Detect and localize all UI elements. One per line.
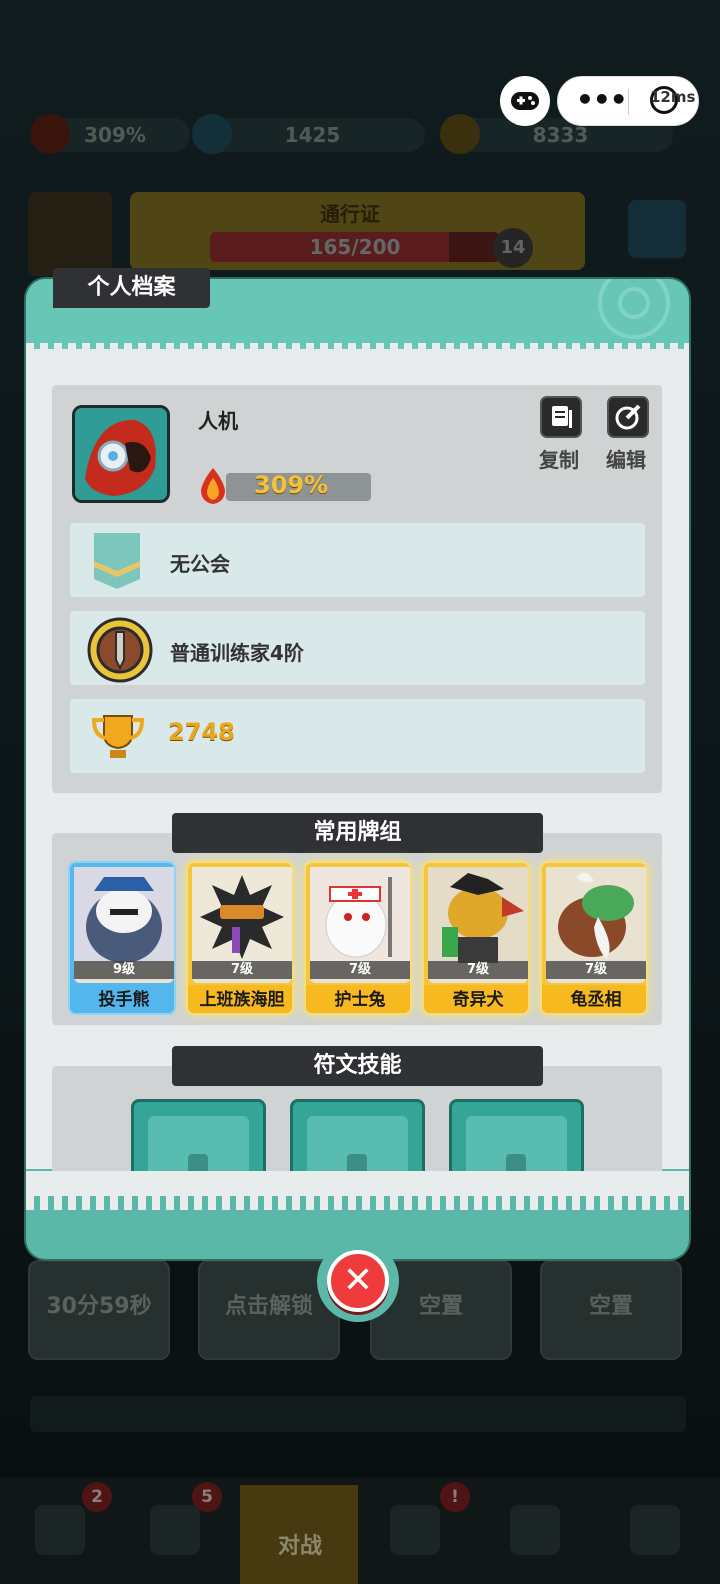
trophy-row[interactable] [70,699,645,773]
close-button[interactable]: ✕ [327,1250,389,1312]
guild-row[interactable] [70,523,645,597]
card-name: 护士兔 [306,985,410,1013]
rune-slot-3[interactable] [449,1099,584,1179]
player-avatar [72,405,170,503]
edit-pencil-icon [615,404,641,430]
rune-slot-1[interactable] [131,1099,266,1179]
card-name: 上班族海胆 [188,985,292,1013]
dog-character-icon [428,867,528,963]
card-level: 7级 [546,961,646,979]
capsule-divider [628,89,629,115]
modal-title: 个人档案 [53,268,210,308]
trophy-count: 2748 [168,718,235,746]
trainer-rank-row[interactable] [70,611,645,685]
card-nurse-rabbit[interactable]: 7级 护士兔 [304,861,412,1015]
trainer-rank-emblem-icon [87,617,153,683]
rune-slot-inner [148,1116,249,1176]
urchin-character-icon [192,867,292,963]
edit-label[interactable]: 编辑 [606,444,646,473]
rank-flame-icon [201,468,225,504]
panel-bottom-edge [26,1196,689,1210]
card-turtle-minister[interactable]: 7级 龟丞相 [540,861,648,1015]
avatar-portrait-icon [75,408,167,500]
copy-icon [552,406,572,428]
turtle-character-icon [546,867,646,963]
more-menu-icon[interactable]: ••• [576,77,628,123]
gamepad-icon [511,92,539,110]
card-office-urchin[interactable]: 7级 上班族海胆 [186,861,294,1015]
trainer-rank: 普通训练家4阶 [170,641,304,665]
edit-button[interactable] [607,396,649,438]
rune-slot-2[interactable] [290,1099,425,1179]
rabbit-character-icon [310,867,410,963]
card-name: 投手熊 [70,985,174,1013]
card-level: 7级 [310,961,410,979]
rune-title: 符文技能 [172,1046,543,1086]
copy-label[interactable]: 复制 [539,444,579,473]
card-level: 9级 [74,961,174,979]
guild-banner-icon [94,533,140,589]
rune-slot-inner [466,1116,567,1176]
deck-title: 常用牌组 [172,813,543,853]
card-strange-dog[interactable]: 7级 奇异犬 [422,861,530,1015]
bear-character-icon [74,867,174,963]
game-center-button[interactable] [500,76,550,126]
player-name: 人机 [198,409,238,433]
guild-name: 无公会 [170,552,230,576]
trophy-icon [91,715,145,758]
rank-percent: 309% [254,471,329,499]
rune-slot-inner [307,1116,408,1176]
card-name: 龟丞相 [542,985,646,1013]
card-pitcher-bear[interactable]: 9级 投手熊 [68,861,176,1015]
card-level: 7级 [192,961,292,979]
copy-button[interactable] [540,396,582,438]
latency-readout: 12ms [650,88,696,106]
card-name: 奇异犬 [424,985,528,1013]
card-level: 7级 [428,961,528,979]
